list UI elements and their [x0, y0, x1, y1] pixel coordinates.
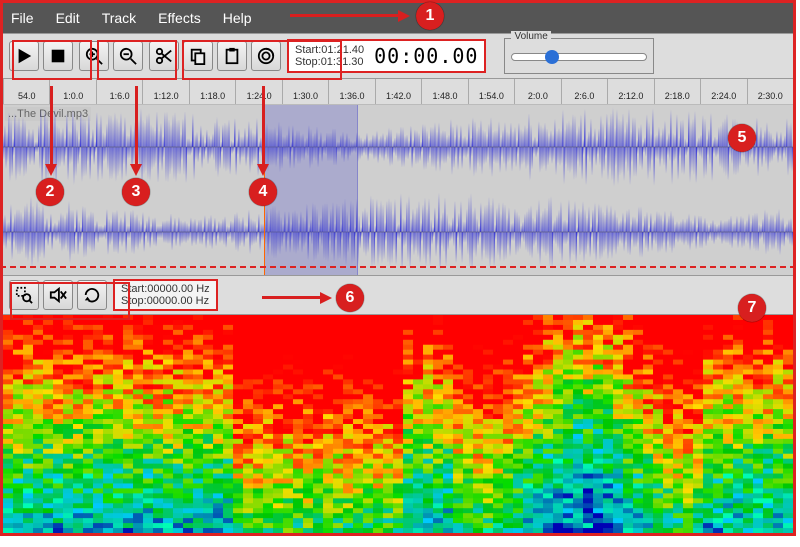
copy-icon — [189, 47, 207, 65]
play-button[interactable] — [9, 41, 39, 71]
zoom-in-icon — [85, 47, 103, 65]
scissors-icon — [155, 47, 173, 65]
callout-5: 5 — [728, 124, 756, 152]
menu-effects[interactable]: Effects — [158, 10, 201, 26]
ruler-tick: 2:24.0 — [700, 79, 746, 104]
frequency-display: Start:00000.00 Hz Stop:00000.00 Hz — [113, 279, 218, 311]
ruler-tick: 2:30.0 — [747, 79, 793, 104]
callout-4: 4 — [249, 178, 277, 206]
zoom-in-button[interactable] — [79, 41, 109, 71]
ruler-tick: 1:30.0 — [282, 79, 328, 104]
ruler-tick: 1:18.0 — [189, 79, 235, 104]
callout-1-arrowhead — [398, 10, 410, 22]
callout-6: 6 — [336, 284, 364, 312]
volume-control: Volume — [504, 38, 654, 74]
time-start-label: Start: — [295, 44, 321, 56]
freq-stop-value: 00000.00 Hz — [147, 295, 209, 307]
paste-button[interactable] — [217, 41, 247, 71]
freq-stop-label: Stop: — [121, 295, 147, 307]
ruler-tick: 1:36.0 — [328, 79, 374, 104]
waveform-selection[interactable] — [264, 105, 359, 275]
loop-button[interactable] — [77, 280, 107, 310]
callout-3-arrow — [135, 86, 138, 166]
ruler-tick: 2:6.0 — [561, 79, 607, 104]
time-start-value: 01:21.40 — [321, 44, 364, 56]
menu-edit[interactable]: Edit — [56, 10, 80, 26]
waveform-left — [3, 105, 793, 190]
cut-button[interactable] — [149, 41, 179, 71]
callout-4-arrow — [262, 86, 265, 166]
stop-button[interactable] — [43, 41, 73, 71]
play-icon — [15, 47, 33, 65]
waveform-right — [3, 190, 793, 275]
ruler-tick: 1:12.0 — [142, 79, 188, 104]
zoom-out-button[interactable] — [113, 41, 143, 71]
menu-help[interactable]: Help — [223, 10, 252, 26]
spectrogram-canvas — [3, 315, 793, 533]
freq-start-value: 00000.00 Hz — [147, 283, 209, 295]
ruler-tick: 1:0.0 — [49, 79, 95, 104]
ruler-tick: 1:54.0 — [468, 79, 514, 104]
ruler-tick: 1:48.0 — [421, 79, 467, 104]
callout-1-arrow — [290, 14, 400, 17]
ruler-tick: 2:18.0 — [654, 79, 700, 104]
zoom-selection-button[interactable] — [9, 280, 39, 310]
time-counter: 00:00.00 — [374, 44, 478, 68]
callout-2: 2 — [36, 178, 64, 206]
zoom-out-icon — [119, 47, 137, 65]
volume-thumb[interactable] — [545, 50, 559, 64]
time-stop-value: 01:31.30 — [321, 56, 364, 68]
volume-label: Volume — [511, 31, 550, 42]
spectrogram-toolbar: Start:00000.00 Hz Stop:00000.00 Hz — [3, 275, 793, 315]
mute-button[interactable] — [43, 280, 73, 310]
ruler-tick: 1:42.0 — [375, 79, 421, 104]
time-display: Start:01:21.40 Stop:01:31.30 00:00.00 — [287, 39, 486, 73]
callout-6-arrowhead — [320, 292, 332, 304]
callout-2-arrow — [50, 86, 53, 166]
callout-7: 7 — [738, 294, 766, 322]
copy-button[interactable] — [183, 41, 213, 71]
stop-icon — [49, 47, 67, 65]
callout-1: 1 — [416, 2, 444, 30]
callout-6-arrow — [262, 296, 322, 299]
mute-icon — [49, 286, 67, 304]
menu-track[interactable]: Track — [102, 10, 136, 26]
callout-3-arrowhead — [130, 164, 142, 176]
callout-4-arrowhead — [257, 164, 269, 176]
time-ruler[interactable]: 54.01:0.01:6.01:12.01:18.01:24.01:30.01:… — [3, 79, 793, 105]
spectrogram-panel[interactable] — [3, 315, 793, 533]
main-toolbar: Start:01:21.40 Stop:01:31.30 00:00.00 Vo… — [3, 33, 793, 79]
clipboard-icon — [223, 47, 241, 65]
callout-2-arrowhead — [45, 164, 57, 176]
spiral-icon — [257, 47, 275, 65]
time-stop-label: Stop: — [295, 56, 321, 68]
effects-button[interactable] — [251, 41, 281, 71]
volume-slider[interactable] — [511, 53, 647, 61]
callout-3: 3 — [122, 178, 150, 206]
ruler-tick: 1:24.0 — [235, 79, 281, 104]
ruler-tick: 2:0.0 — [514, 79, 560, 104]
zoom-selection-icon — [15, 286, 33, 304]
menu-file[interactable]: File — [11, 10, 34, 26]
freq-start-label: Start: — [121, 283, 147, 295]
loop-icon — [83, 286, 101, 304]
ruler-tick: 2:12.0 — [607, 79, 653, 104]
ruler-tick: 54.0 — [3, 79, 49, 104]
